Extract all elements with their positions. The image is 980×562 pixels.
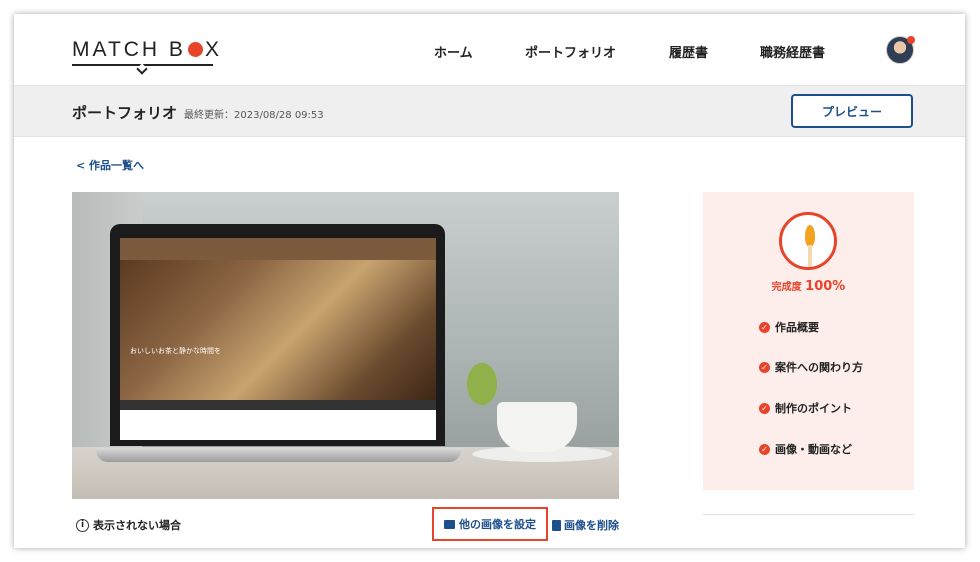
image-icon (444, 519, 455, 529)
check-icon: ✓ (759, 402, 770, 414)
set-other-image-button[interactable]: 他の画像を設定 (432, 507, 548, 541)
top-header: MATCH BX ホーム ポートフォリオ 履歴書 職務経歴書 (14, 14, 965, 85)
check-item[interactable]: ✓ 作品概要 (759, 319, 819, 335)
check-item[interactable]: ✓ 案件への関わり方 (759, 359, 863, 375)
coffee-cup (497, 402, 577, 452)
notification-dot (907, 36, 915, 44)
not-shown-help[interactable]: i 表示されない場合 (76, 517, 181, 533)
match-icon (779, 212, 837, 270)
back-to-works-link[interactable]: < 作品一覧へ (76, 157, 144, 173)
trash-icon (552, 519, 561, 531)
delete-image-button[interactable]: 画像を削除 (552, 517, 619, 533)
nav-resume[interactable]: 履歴書 (669, 42, 708, 61)
not-shown-label: 表示されない場合 (93, 519, 181, 532)
info-icon: i (76, 518, 89, 532)
laptop-website: おいしいお茶と静かな時間を (120, 238, 436, 440)
page-titlebar: ポートフォリオ 最終更新：2023/08/28 09:53 プレビュー (14, 85, 965, 137)
website-photo (120, 260, 436, 400)
logo-o-dot (187, 42, 203, 57)
preview-button[interactable]: プレビュー (791, 94, 913, 128)
last-updated: 最終更新：2023/08/28 09:53 (184, 110, 324, 121)
divider (703, 514, 914, 515)
flame-icon (805, 225, 815, 247)
nav-career-history[interactable]: 職務経歴書 (760, 42, 825, 61)
match-stick (808, 245, 812, 267)
check-item[interactable]: ✓ 制作のポイント (759, 400, 852, 416)
website-caption: おいしいお茶と静かな時間を (130, 347, 221, 355)
website-news-strip (120, 400, 436, 410)
completion-panel: 完成度 100% ✓ 作品概要 ✓ 案件への関わり方 ✓ 制作のポイント ✓ 画… (703, 192, 914, 490)
matchbox-logo[interactable]: MATCH BX (72, 38, 222, 62)
check-icon: ✓ (759, 361, 770, 373)
nav-portfolio[interactable]: ポートフォリオ (525, 42, 616, 61)
laptop-base (96, 448, 461, 462)
portfolio-main-image: おいしいお茶と静かな時間を (72, 192, 619, 499)
set-other-image-label: 他の画像を設定 (459, 518, 536, 531)
check-icon: ✓ (759, 443, 770, 455)
nav-home[interactable]: ホーム (434, 42, 473, 61)
app-window: MATCH BX ホーム ポートフォリオ 履歴書 職務経歴書 ポートフォリオ 最… (14, 14, 965, 548)
page-title: ポートフォリオ (72, 104, 178, 122)
check-icon: ✓ (759, 321, 770, 333)
delete-image-label: 画像を削除 (564, 519, 619, 532)
website-header (120, 238, 436, 260)
completion-rate: 完成度 100% (771, 279, 846, 294)
check-item[interactable]: ✓ 画像・動画など (759, 441, 852, 457)
